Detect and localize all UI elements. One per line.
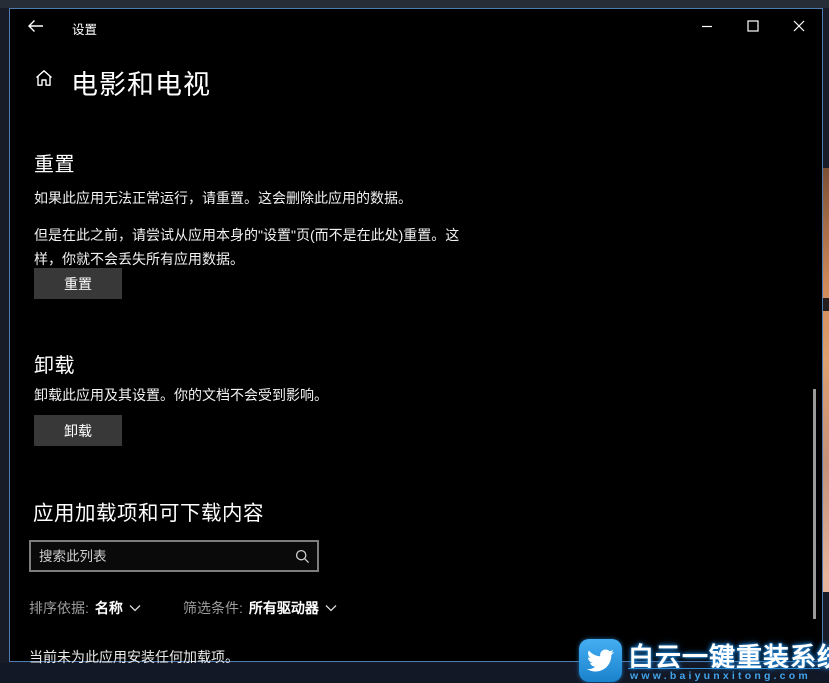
maximize-icon (747, 20, 759, 32)
addons-section-heading: 应用加载项和可下载内容 (33, 496, 264, 526)
uninstall-button[interactable]: 卸载 (34, 415, 122, 446)
sort-by-value: 名称 (95, 598, 123, 618)
back-arrow-icon (27, 19, 44, 33)
watermark-divider (628, 668, 820, 669)
sort-by-label: 排序依据: (29, 598, 89, 618)
desktop-wallpaper-band (823, 298, 829, 311)
chevron-down-icon (325, 604, 337, 612)
filter-by-label: 筛选条件: (183, 598, 243, 618)
filter-by-dropdown[interactable]: 筛选条件: 所有驱动器 (183, 598, 337, 618)
titlebar: 设置 (10, 9, 822, 49)
scrollbar-thumb[interactable] (813, 389, 816, 619)
addons-search-box (29, 540, 319, 572)
chevron-down-icon (129, 604, 141, 612)
watermark: 白云一键重装系统 www.baiyunxitong.com (577, 636, 823, 683)
search-icon (295, 549, 310, 564)
close-button[interactable] (776, 9, 822, 43)
desktop-top-strip (0, 0, 829, 8)
window-title: 设置 (72, 19, 97, 38)
watermark-logo-box (579, 639, 622, 682)
watermark-url: www.baiyunxitong.com (630, 670, 811, 682)
maximize-button[interactable] (730, 9, 776, 43)
addons-search-input[interactable] (31, 542, 287, 570)
close-icon (793, 20, 805, 32)
settings-window: 设置 (9, 8, 823, 662)
reset-section-heading: 重置 (34, 148, 75, 177)
no-addons-message: 当前未为此应用安装任何加载项。 (29, 645, 239, 669)
desktop-wallpaper-edge (823, 168, 829, 592)
reset-description-1: 如果此应用无法正常运行，请重置。这会删除此应用的数据。 (34, 186, 412, 210)
sort-by-dropdown[interactable]: 排序依据: 名称 (29, 598, 141, 618)
back-button[interactable] (18, 13, 52, 39)
uninstall-description: 卸载此应用及其设置。你的文档不会受到影响。 (34, 383, 328, 407)
search-button[interactable] (287, 542, 317, 570)
home-icon (34, 68, 54, 88)
uninstall-section-heading: 卸载 (34, 349, 75, 378)
window-controls (684, 9, 822, 43)
page-title: 电影和电视 (71, 63, 211, 102)
reset-button[interactable]: 重置 (34, 268, 122, 299)
twitter-bird-icon (587, 647, 614, 674)
minimize-icon (701, 20, 713, 32)
filter-by-value: 所有驱动器 (249, 598, 319, 618)
filters-row: 排序依据: 名称 筛选条件: 所有驱动器 (10, 598, 822, 618)
minimize-button[interactable] (684, 9, 730, 43)
reset-description-2: 但是在此之前，请尝试从应用本身的"设置"页(而不是在此处)重置。这样，你就不会丢… (34, 223, 478, 271)
